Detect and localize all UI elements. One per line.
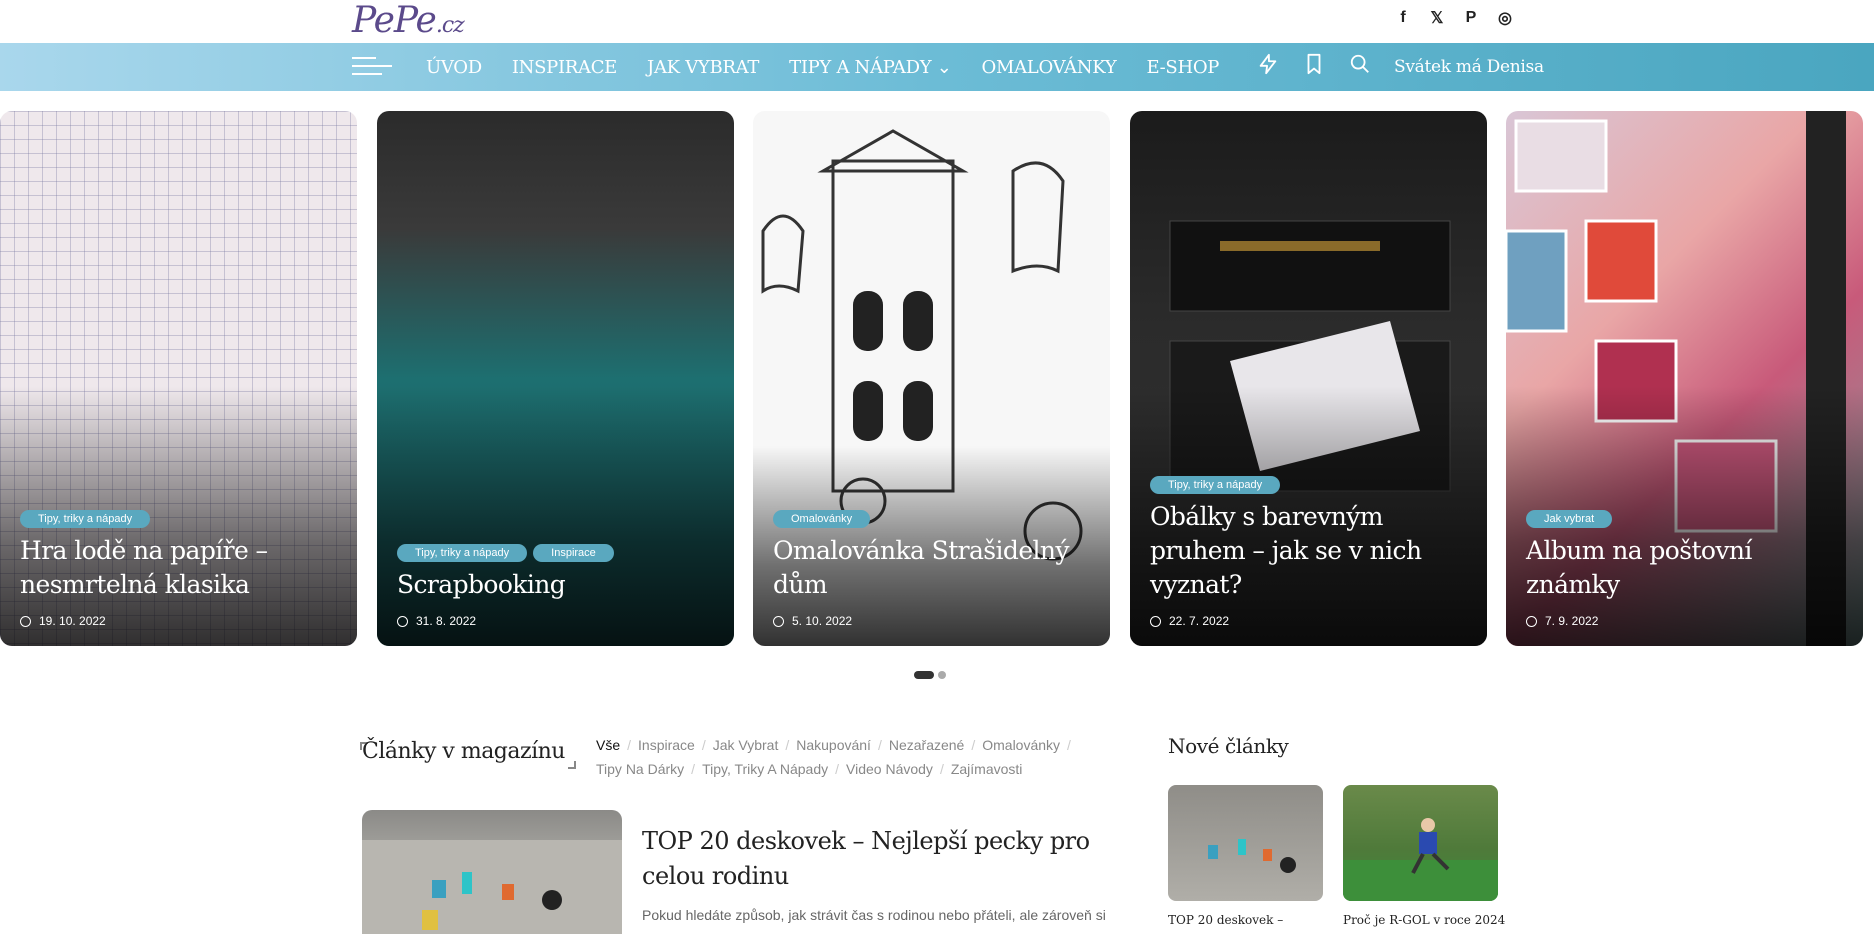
sidebar-article[interactable]: Proč je R-GOL v roce 2024 bbox=[1343, 785, 1505, 927]
filter-nezarazene[interactable]: Nezařazené bbox=[889, 737, 965, 753]
category-tag[interactable]: Jak vybrat bbox=[1526, 510, 1613, 528]
slide-date: 19. 10. 2022 bbox=[39, 614, 106, 628]
slider-pagination bbox=[914, 671, 946, 679]
slide-card[interactable]: Tipy, triky a nápady Inspirace Scrapbooki… bbox=[377, 111, 734, 646]
slide-date: 7. 9. 2022 bbox=[1545, 614, 1599, 628]
filter-zajimavosti[interactable]: Zajímavosti bbox=[951, 761, 1023, 777]
sidebar-thumbnail[interactable] bbox=[1168, 785, 1323, 901]
slider-dot-active[interactable] bbox=[914, 671, 934, 679]
boardgame-photo bbox=[1208, 839, 1296, 873]
category-tag[interactable]: Tipy, triky a nápady bbox=[1150, 476, 1281, 494]
clock-icon bbox=[20, 615, 31, 627]
logo-text: PePe bbox=[352, 0, 437, 41]
logo-tld: .cz bbox=[435, 13, 465, 38]
clock-icon bbox=[1150, 615, 1161, 627]
top-bar: PePe.cz f 𝕏 P ◎ bbox=[0, 0, 1874, 43]
clock-icon bbox=[397, 615, 408, 627]
category-tag[interactable]: Omalovánky bbox=[773, 510, 871, 528]
sidebar-caption[interactable]: TOP 20 deskovek – bbox=[1168, 913, 1323, 927]
slider-dot[interactable] bbox=[938, 671, 946, 679]
article-title[interactable]: TOP 20 deskovek – Nejlepší pecky pro cel… bbox=[642, 824, 1102, 894]
hamburger-icon[interactable] bbox=[352, 57, 392, 77]
filter-inspirace[interactable]: Inspirace bbox=[638, 737, 695, 753]
main-nav: ÚVOD INSPIRACE JAK VYBRAT TIPY A NÁPADY … bbox=[0, 43, 1874, 91]
slide-title[interactable]: Omalovánka Strašidelný dům bbox=[773, 534, 1094, 602]
filter-nakupovani[interactable]: Nakupování bbox=[796, 737, 871, 753]
section-title: Články v magazínu bbox=[362, 739, 565, 764]
nav-item-eshop[interactable]: E-SHOP bbox=[1146, 57, 1219, 78]
site-logo[interactable]: PePe.cz bbox=[352, 0, 465, 41]
filter-jak-vybrat[interactable]: Jak Vybrat bbox=[713, 737, 779, 753]
slide-title[interactable]: Obálky s barevným pruhem – jak se v nich… bbox=[1150, 500, 1471, 602]
slide-title[interactable]: Scrapbooking bbox=[397, 568, 718, 602]
sidebar-caption[interactable]: Proč je R-GOL v roce 2024 bbox=[1343, 913, 1505, 927]
slide-date: 31. 8. 2022 bbox=[416, 614, 477, 628]
slide-title[interactable]: Hra lodě na papíře – nesmrtelná klasika bbox=[20, 534, 341, 602]
social-links: f 𝕏 P ◎ bbox=[1393, 8, 1515, 28]
clock-icon bbox=[1526, 615, 1537, 627]
soccer-photo bbox=[1343, 818, 1498, 901]
instagram-icon[interactable]: ◎ bbox=[1495, 8, 1515, 28]
slide-date: 22. 7. 2022 bbox=[1169, 614, 1230, 628]
facebook-icon[interactable]: f bbox=[1393, 8, 1413, 28]
clock-icon bbox=[773, 615, 784, 627]
lightning-icon[interactable] bbox=[1256, 53, 1280, 81]
filter-vse[interactable]: Vše bbox=[596, 737, 620, 753]
filter-tipy-na-darky[interactable]: Tipy Na Dárky bbox=[596, 761, 684, 777]
nav-item-inspirace[interactable]: INSPIRACE bbox=[512, 57, 617, 78]
slide-card[interactable]: Tipy, triky a nápady Hra lodě na papíře … bbox=[0, 111, 357, 646]
x-icon[interactable]: 𝕏 bbox=[1427, 8, 1447, 28]
pinterest-icon[interactable]: P bbox=[1461, 8, 1481, 28]
slide-date: 5. 10. 2022 bbox=[792, 614, 853, 628]
category-tag[interactable]: Tipy, triky a nápady bbox=[397, 544, 528, 562]
search-icon[interactable] bbox=[1348, 53, 1372, 81]
nav-item-uvod[interactable]: ÚVOD bbox=[426, 57, 482, 78]
nav-tools: Svátek má Denisa bbox=[1256, 43, 1544, 91]
filter-omalovanky[interactable]: Omalovánky bbox=[982, 737, 1060, 753]
category-tag[interactable]: Tipy, triky a nápady bbox=[20, 510, 151, 528]
title-bracket bbox=[568, 761, 576, 769]
slide-title[interactable]: Album na poštovní známky bbox=[1526, 534, 1847, 602]
slide-card[interactable]: Omalovánky Omalovánka Strašidelný dům 5.… bbox=[753, 111, 1110, 646]
article-excerpt: Pokud hledáte způsob, jak strávit čas s … bbox=[642, 907, 1106, 923]
nav-item-jak-vybrat[interactable]: JAK VYBRAT bbox=[647, 57, 759, 78]
nav-item-tipy-a-napady[interactable]: TIPY A NÁPADY ⌄ bbox=[789, 57, 952, 78]
featured-slider: Tipy, triky a nápady Hra lodě na papíře … bbox=[0, 111, 1874, 646]
sidebar-article[interactable]: TOP 20 deskovek – bbox=[1168, 785, 1323, 927]
category-tag[interactable]: Inspirace bbox=[533, 544, 614, 562]
boardgame-photo bbox=[362, 840, 622, 934]
sidebar-title: Nové články bbox=[1168, 734, 1289, 758]
holiday-text: Svátek má Denisa bbox=[1394, 57, 1544, 77]
slide-card[interactable]: Jak vybrat Album na poštovní známky 7. 9… bbox=[1506, 111, 1863, 646]
nav-item-omalovanky[interactable]: OMALOVÁNKY bbox=[982, 57, 1117, 78]
filter-video-navody[interactable]: Video Návody bbox=[846, 761, 933, 777]
category-filters: Vše / Inspirace / Jak Vybrat / Nakupování / Neza… bbox=[596, 737, 1071, 777]
bookmark-icon[interactable] bbox=[1302, 53, 1326, 81]
sidebar-thumbnail[interactable] bbox=[1343, 785, 1498, 901]
slide-card[interactable]: Tipy, triky a nápady Obálky s barevným p… bbox=[1130, 111, 1487, 646]
article-thumbnail[interactable] bbox=[362, 810, 622, 934]
filter-tipy-triky[interactable]: Tipy, Triky A Nápady bbox=[702, 761, 828, 777]
nav-menu: ÚVOD INSPIRACE JAK VYBRAT TIPY A NÁPADY … bbox=[426, 43, 1219, 91]
